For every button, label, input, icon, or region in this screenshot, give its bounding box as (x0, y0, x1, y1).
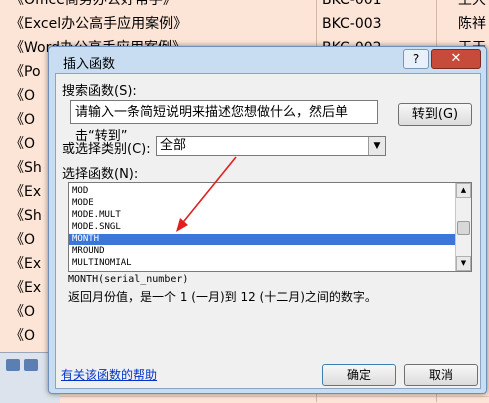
go-button[interactable]: 转到(G) (398, 103, 472, 126)
function-list-item[interactable]: MONTH (69, 234, 455, 245)
table-row: 《Excel办公高手应用案例》 BKC-003 陈祥 (0, 12, 489, 37)
insert-function-dialog: 插入函数 ? ✕ 搜索函数(S): 请输入一条简短说明来描述您想做什么，然后单击… (48, 46, 487, 394)
ok-button[interactable]: 确定 (322, 364, 396, 386)
function-list[interactable]: ▲ ▼ MOD MODE MODE.MULT MODE.SNGL MONTH MROUND… (68, 182, 472, 272)
chevron-down-icon[interactable]: ▼ (368, 137, 385, 155)
sheet-nav-icon[interactable] (6, 359, 20, 371)
search-label: 搜索函数(S): (62, 84, 137, 99)
table-cell[interactable]: BKC-001 (320, 0, 432, 12)
function-help-link[interactable]: 有关该函数的帮助 (61, 366, 157, 383)
scroll-thumb[interactable] (457, 221, 470, 235)
function-list-item[interactable]: MOD (69, 186, 455, 197)
function-list-item[interactable]: MROUND (69, 246, 455, 257)
table-cell[interactable]: 王大 (440, 0, 489, 12)
table-cell[interactable]: 《Office商务办公好帮手》 (10, 0, 310, 12)
cancel-button[interactable]: 取消 (404, 364, 478, 386)
function-list-item[interactable]: MULTINOMIAL (69, 258, 455, 269)
scroll-down-icon[interactable]: ▼ (456, 256, 471, 271)
select-function-label: 选择函数(N): (62, 167, 139, 182)
table-cell[interactable]: BKC-003 (320, 12, 432, 36)
help-button[interactable]: ? (403, 49, 429, 69)
dialog-titlebar[interactable]: 插入函数 ? ✕ (49, 47, 486, 73)
category-value: 全部 (160, 138, 187, 153)
function-list-item[interactable]: MODE.SNGL (69, 222, 455, 233)
table-cell[interactable]: 《Excel办公高手应用案例》 (10, 12, 310, 36)
function-list-item[interactable]: MODE (69, 198, 455, 209)
function-description: 返回月份值，是一个 1 (一月)到 12 (十二月)之间的数字。 (68, 290, 377, 304)
dialog-title: 插入函数 (63, 57, 116, 72)
function-list-item[interactable]: MODE.MULT (69, 210, 455, 221)
category-select[interactable]: 全部 ▼ (156, 136, 386, 156)
function-syntax: MONTH(serial_number) (68, 274, 189, 285)
function-list-scrollbar[interactable]: ▲ ▼ (455, 183, 471, 271)
table-cell[interactable]: 陈祥 (440, 12, 489, 36)
sheet-nav-icon[interactable] (24, 359, 38, 371)
search-input[interactable]: 请输入一条简短说明来描述您想做什么，然后单击“转到” (70, 100, 378, 144)
dialog-body: 搜索函数(S): 请输入一条简短说明来描述您想做什么，然后单击“转到” 转到(G… (55, 73, 481, 389)
close-button[interactable]: ✕ (431, 49, 481, 69)
scroll-up-icon[interactable]: ▲ (456, 183, 471, 198)
category-label: 或选择类别(C): (62, 142, 151, 157)
